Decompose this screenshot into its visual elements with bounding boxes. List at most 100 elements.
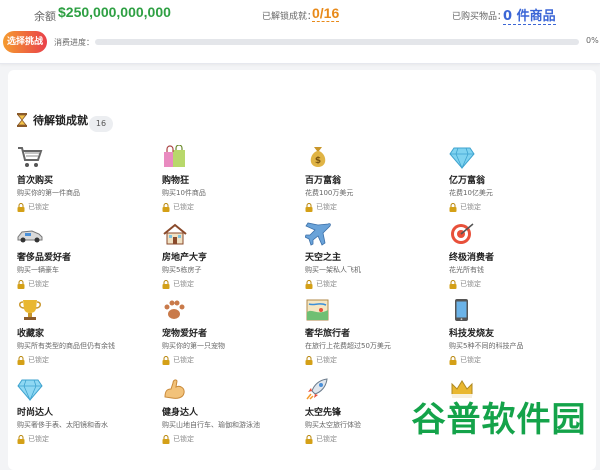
locked-text: 已锁定	[173, 356, 194, 364]
achievement-title: 奢侈品爱好者	[17, 253, 72, 263]
achievement-card[interactable]: 房地产大亨 购买5栋房子 已锁定	[162, 222, 302, 298]
achievement-card[interactable]: 奢华旅行者 在旅行上花费超过50万美元 已锁定	[305, 298, 445, 374]
locked-text: 已锁定	[28, 203, 49, 211]
achievement-card[interactable]: 首次购买 购买你的第一件商品 已锁定	[17, 145, 157, 221]
hourglass-icon	[17, 113, 27, 127]
locked-text: 已锁定	[460, 356, 481, 364]
achievement-title: 首次购买	[17, 176, 54, 186]
trophy-icon	[19, 300, 41, 320]
balance-label: 余额	[34, 10, 56, 23]
target-icon	[451, 223, 474, 244]
locked-text: 已锁定	[316, 203, 337, 211]
achievement-card[interactable]: 奢侈品爱好者 购买一辆豪车 已锁定	[17, 222, 157, 298]
lock-icon	[17, 202, 25, 212]
shopping-bags-icon	[164, 145, 185, 167]
achievement-title: 终极消费者	[449, 253, 495, 263]
achievements-label: 已解锁成就：	[262, 12, 317, 22]
achievement-card[interactable]: 收藏家 购买所有类型的商品但仍有余钱 已锁定	[17, 298, 157, 374]
achievement-title: 百万富翁	[305, 176, 342, 186]
locked-text: 已锁定	[316, 435, 337, 443]
lock-icon	[17, 279, 25, 289]
achievement-desc: 购买太空旅行体验	[305, 421, 361, 429]
achievement-card[interactable]: 健身达人 购买山地自行车、瑜伽和游泳池 已锁定	[162, 377, 302, 453]
locked-status: 已锁定	[162, 355, 194, 365]
locked-text: 已锁定	[173, 280, 194, 288]
achievement-desc: 购买10件商品	[162, 189, 206, 197]
locked-status: 已锁定	[449, 355, 481, 365]
achievement-desc: 在旅行上花费超过50万美元	[305, 342, 391, 350]
lock-icon	[305, 279, 313, 289]
locked-text: 已锁定	[460, 280, 481, 288]
lock-icon	[305, 355, 313, 365]
achievement-title: 奢华旅行者	[305, 329, 351, 339]
gem-icon	[17, 379, 43, 401]
house-icon	[163, 223, 187, 245]
achievement-title: 时尚达人	[17, 408, 54, 418]
achievements-value[interactable]: 0/16	[312, 5, 340, 22]
locked-status: 已锁定	[17, 279, 49, 289]
achievement-card[interactable]: 科技发烧友 购买5种不同的科技产品 已锁定	[449, 298, 589, 374]
locked-status: 已锁定	[305, 202, 337, 212]
locked-status: 已锁定	[449, 279, 481, 289]
achievement-card[interactable]: 时尚达人 购买奢侈手表、太阳镜和香水 已锁定	[17, 377, 157, 453]
achievement-title: 宠物爱好者	[162, 329, 208, 339]
locked-text: 已锁定	[173, 203, 194, 211]
achievement-desc: 购买山地自行车、瑜伽和游泳池	[162, 421, 260, 429]
achievement-card[interactable]: 天空之主 购买一架私人飞机 已锁定	[305, 222, 445, 298]
spending-progress-bar	[95, 39, 579, 45]
locked-text: 已锁定	[173, 435, 194, 443]
lock-icon	[449, 202, 457, 212]
locked-text: 已锁定	[316, 280, 337, 288]
achievement-desc: 花光所有钱	[449, 266, 484, 274]
achievement-card[interactable]: $ 百万富翁 花费100万美元 已锁定	[305, 145, 445, 221]
achievement-desc: 购买奢侈手表、太阳镜和香水	[17, 421, 108, 429]
watermark-text: 谷普软件园	[411, 400, 587, 440]
locked-status: 已锁定	[305, 355, 337, 365]
lock-icon	[162, 355, 170, 365]
locked-text: 已锁定	[28, 356, 49, 364]
select-challenge-button[interactable]: 选择挑战	[3, 31, 48, 53]
achievement-title: 亿万富翁	[449, 176, 486, 186]
achievement-card[interactable]: 亿万富翁 花费10亿美元 已锁定	[449, 145, 589, 221]
achievement-desc: 花费100万美元	[305, 189, 354, 197]
achievement-title: 健身达人	[162, 408, 199, 418]
lock-icon	[162, 279, 170, 289]
achievement-card[interactable]: 宠物爱好者 购买你的第一只宠物 已锁定	[162, 298, 302, 374]
achievement-title: 收藏家	[17, 329, 45, 339]
section-title: 待解锁成就	[33, 114, 88, 127]
diamond-icon	[449, 147, 475, 169]
paw-icon	[164, 300, 185, 319]
svg-text:$: $	[315, 156, 321, 166]
lock-icon	[449, 355, 457, 365]
achievement-desc: 购买一辆豪车	[17, 266, 59, 274]
locked-text: 已锁定	[460, 203, 481, 211]
locked-status: 已锁定	[17, 355, 49, 365]
map-icon	[306, 299, 329, 321]
lock-icon	[305, 202, 313, 212]
achievement-card[interactable]: 购物狂 购买10件商品 已锁定	[162, 145, 302, 221]
lock-icon	[305, 434, 313, 444]
race-car-icon	[17, 230, 43, 243]
flexed-arm-icon	[164, 379, 185, 399]
locked-status: 已锁定	[162, 279, 194, 289]
locked-text: 已锁定	[316, 356, 337, 364]
top-bar: 余额 $250,000,000,000 已解锁成就： 0/16 已购买物品： 0…	[0, 0, 600, 64]
owned-label: 已购买物品：	[452, 12, 507, 22]
owned-value[interactable]: 0 件商品	[503, 5, 556, 25]
progress-percent: 0%	[586, 36, 599, 45]
achievement-desc: 购买5栋房子	[162, 266, 202, 274]
locked-status: 已锁定	[162, 202, 194, 212]
lock-icon	[162, 202, 170, 212]
achievement-title: 太空先锋	[305, 408, 342, 418]
lock-icon	[449, 279, 457, 289]
achievement-card[interactable]: 终极消费者 花光所有钱 已锁定	[449, 222, 589, 298]
locked-status: 已锁定	[162, 434, 194, 444]
lock-icon	[162, 434, 170, 444]
locked-status: 已锁定	[17, 202, 49, 212]
locked-text: 已锁定	[28, 435, 49, 443]
achievement-desc: 购买你的第一件商品	[17, 189, 80, 197]
money-bag-icon: $	[310, 147, 326, 167]
section-header: 待解锁成就	[16, 112, 88, 128]
locked-text: 已锁定	[28, 280, 49, 288]
progress-label: 消费进度：	[54, 38, 94, 47]
